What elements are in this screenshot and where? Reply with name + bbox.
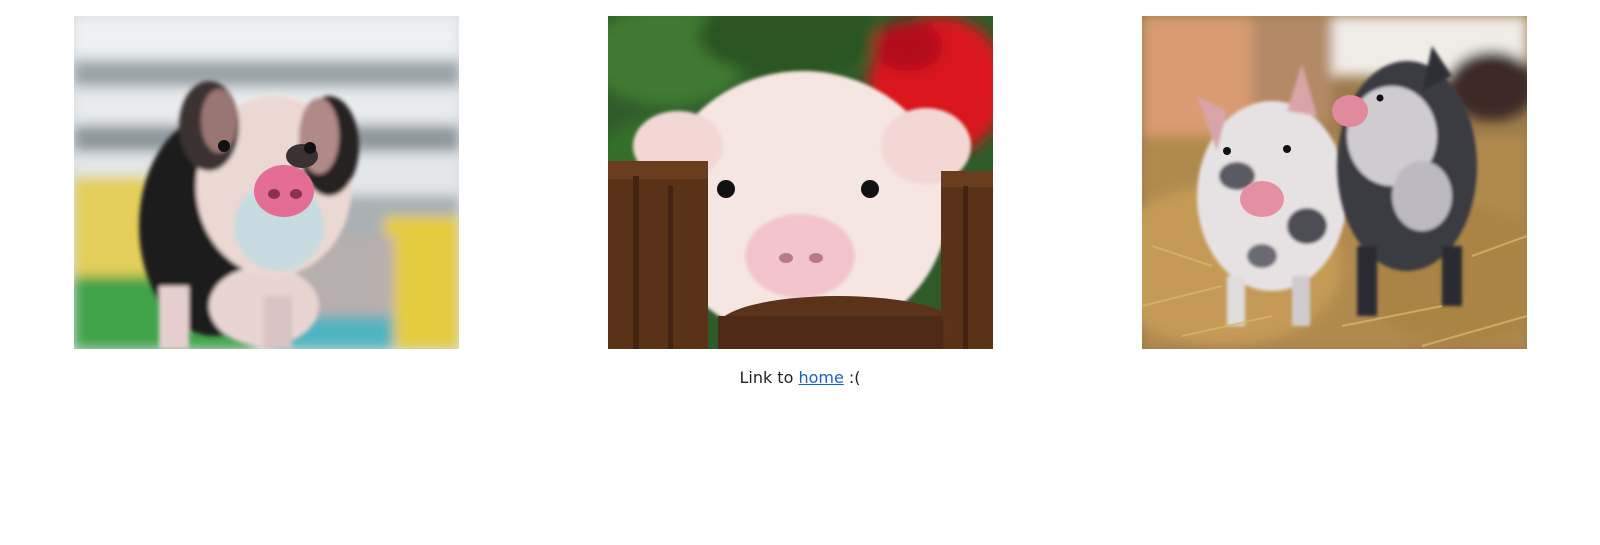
caption-prefix: Link to (739, 368, 799, 387)
two-spotted-piglets-photo (1142, 16, 1527, 349)
piglet-black-white-photo (74, 16, 459, 349)
page: Link to home :( (0, 0, 1600, 545)
caption-suffix: :( (843, 368, 861, 387)
home-link[interactable]: home (798, 368, 843, 387)
piglet-pink-fence-photo (608, 16, 993, 349)
footer-caption: Link to home :( (0, 367, 1600, 389)
